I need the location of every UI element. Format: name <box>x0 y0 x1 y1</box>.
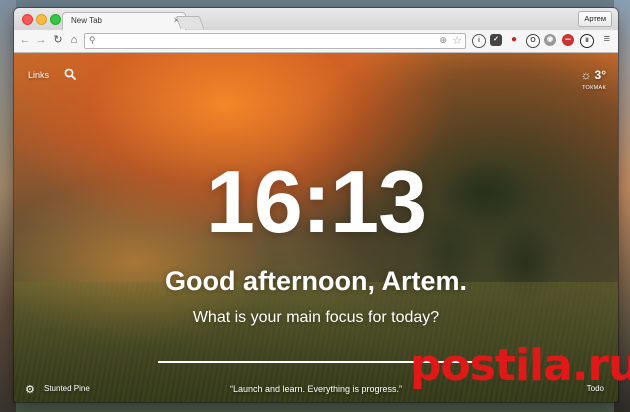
new-tab-button[interactable] <box>175 16 205 29</box>
ghostery-icon[interactable]: ◉ <box>544 34 556 46</box>
home-icon[interactable]: ⌂ <box>67 33 81 47</box>
greeting-text: Good afternoon, Artem. <box>165 266 467 296</box>
tab-strip: New Tab × Артем <box>14 8 618 31</box>
location-target-icon[interactable]: ⊕ <box>439 35 447 46</box>
forward-arrow-icon[interactable]: → <box>34 33 48 47</box>
sun-icon: ☼ <box>580 68 592 82</box>
reload-icon[interactable]: ↻ <box>51 33 65 47</box>
minimize-window-button[interactable] <box>36 14 47 25</box>
tab-new-tab[interactable]: New Tab × <box>62 12 186 31</box>
links-button[interactable]: Links <box>28 70 49 80</box>
lastpass-icon[interactable]: ••• <box>562 34 574 46</box>
pause-extension-icon[interactable]: II <box>580 34 594 48</box>
info-extension-icon[interactable]: i <box>472 34 486 48</box>
profile-button[interactable]: Артем <box>578 11 612 27</box>
opera-icon[interactable]: O <box>526 34 540 48</box>
search-icon[interactable] <box>64 68 76 80</box>
address-bar[interactable]: ⚲ ⊕ ☆ <box>84 33 466 49</box>
address-input[interactable] <box>101 34 431 48</box>
search-icon: ⚲ <box>89 35 96 45</box>
tab-title: New Tab <box>71 16 102 25</box>
weather-temperature: 3° <box>594 68 606 82</box>
weather-location: ТОКМАК <box>582 85 606 91</box>
clock-time: 16:13 <box>205 152 427 251</box>
postila-watermark: postila.ru <box>410 340 630 391</box>
redhat-extension-icon[interactable]: ● <box>508 34 520 46</box>
focus-question: What is your main focus for today? <box>192 309 440 326</box>
browser-toolbar: ← → ↻ ⌂ ⚲ ⊕ ☆ i ✓ ● O ◉ ••• II ≡ <box>14 30 618 53</box>
pocket-icon[interactable]: ✓ <box>490 34 502 46</box>
bookmark-star-icon[interactable]: ☆ <box>452 34 462 47</box>
hamburger-icon[interactable]: ≡ <box>604 33 610 45</box>
zoom-window-button[interactable] <box>50 14 61 25</box>
close-window-button[interactable] <box>22 14 33 25</box>
back-arrow-icon[interactable]: ← <box>18 33 32 47</box>
weather-widget[interactable]: ☼ 3° ТОКМАК <box>581 66 606 91</box>
